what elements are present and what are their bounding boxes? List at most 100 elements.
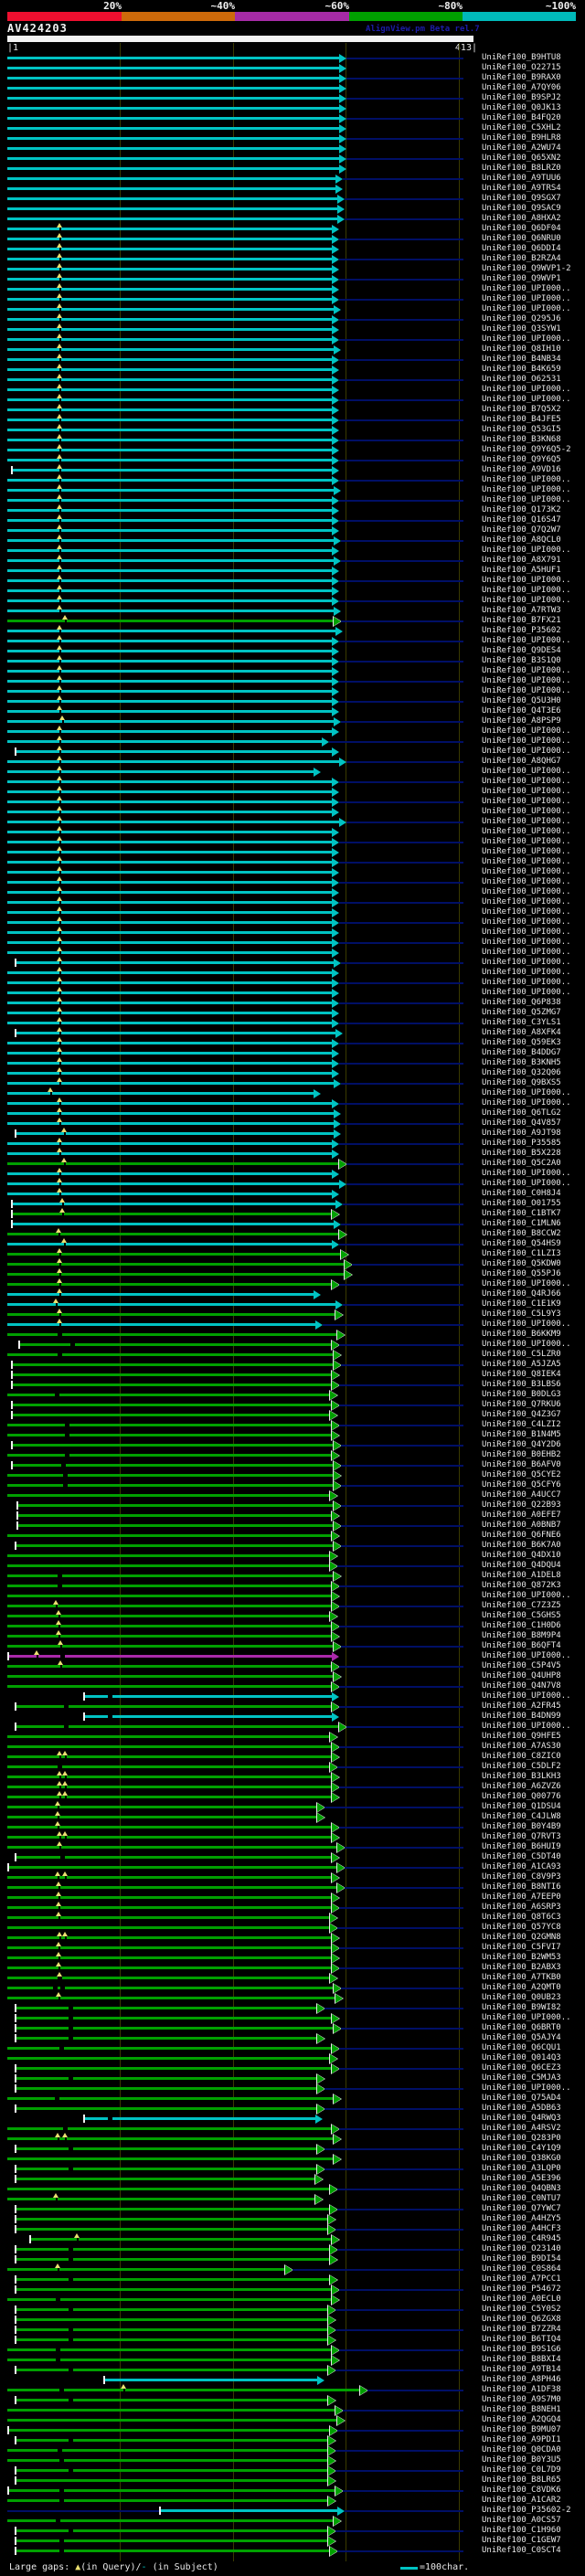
hit-label[interactable]: UniRef100_Q9WVP1	[482, 274, 561, 284]
hit-label[interactable]: UniRef100_Q5AJY4	[482, 2033, 561, 2043]
hit-label[interactable]: UniRef100_B4JFE5	[482, 415, 561, 425]
hit-label[interactable]: UniRef100_B8LRZ0	[482, 164, 561, 174]
hit-label[interactable]: UniRef100_Q8IEK4	[482, 1370, 561, 1380]
hit-label[interactable]: UniRef100_Q283P0	[482, 2134, 561, 2144]
hit-label[interactable]: UniRef100_B9RAX0	[482, 73, 561, 83]
hit-label[interactable]: UniRef100_Q9Y6Q5-2	[482, 445, 571, 455]
hit-label[interactable]: UniRef100_C5GHS5	[482, 1611, 561, 1621]
hit-label[interactable]: UniRef100_A2FR45	[482, 1701, 561, 1712]
hit-label[interactable]: UniRef100_B9MU07	[482, 2425, 561, 2435]
hit-label[interactable]: UniRef100_A9TUU6	[482, 174, 561, 184]
hit-label[interactable]: UniRef100_Q295J6	[482, 314, 561, 324]
hit-label[interactable]: UniRef100_A7RTW3	[482, 606, 561, 616]
hit-label[interactable]: UniRef100_UPI000..	[482, 817, 571, 827]
hit-label[interactable]: UniRef100_B2RZA4	[482, 254, 561, 264]
hit-label[interactable]: UniRef100_A8PSP9	[482, 716, 561, 726]
hit-label[interactable]: UniRef100_B9SPJ2	[482, 93, 561, 103]
hit-label[interactable]: UniRef100_Q4DQU4	[482, 1561, 561, 1571]
hit-label[interactable]: UniRef100_Q3SYW1	[482, 324, 561, 334]
hit-label[interactable]: UniRef100_UPI000..	[482, 485, 571, 495]
hit-label[interactable]: UniRef100_C4Y1Q9	[482, 2144, 561, 2154]
hit-label[interactable]: UniRef100_Q1DSU4	[482, 1802, 561, 1812]
hit-label[interactable]: UniRef100_Q4T3E6	[482, 706, 561, 716]
hit-label[interactable]: UniRef100_UPI000..	[482, 666, 571, 676]
hit-label[interactable]: UniRef100_Q4Y2D6	[482, 1440, 561, 1450]
hit-label[interactable]: UniRef100_Q5CYE2	[482, 1470, 561, 1480]
hit-label[interactable]: UniRef100_C4LZI2	[482, 1420, 561, 1430]
hit-label[interactable]: UniRef100_Q32Q06	[482, 1068, 561, 1078]
hit-label[interactable]: UniRef100_Q38KG0	[482, 2154, 561, 2164]
hit-label[interactable]: UniRef100_Q9HFE5	[482, 1732, 561, 1742]
hit-label[interactable]: UniRef100_C5FVI7	[482, 1943, 561, 1953]
hit-label[interactable]: UniRef100_Q5CFY6	[482, 1480, 561, 1490]
hit-label[interactable]: UniRef100_P35585	[482, 1139, 561, 1149]
hit-label[interactable]: UniRef100_C3YLS1	[482, 1018, 561, 1028]
hit-label[interactable]: UniRef100_UPI000..	[482, 797, 571, 807]
hit-label[interactable]: UniRef100_B9HTU8	[482, 53, 561, 63]
hit-label[interactable]: UniRef100_UPI000..	[482, 395, 571, 405]
hit-label[interactable]: UniRef100_UPI000..	[482, 596, 571, 606]
hit-label[interactable]: UniRef100_C4R945	[482, 2234, 561, 2244]
hit-label[interactable]: UniRef100_UPI000..	[482, 726, 571, 737]
hit-label[interactable]: UniRef100_A2WU74	[482, 143, 561, 154]
hit-label[interactable]: UniRef100_A2QGQ4	[482, 2415, 561, 2425]
hit-label[interactable]: UniRef100_B3LKH3	[482, 1772, 561, 1782]
hit-label[interactable]: UniRef100_Q57YC8	[482, 1923, 561, 1933]
hit-label[interactable]: UniRef100_B6TIQ4	[482, 2335, 561, 2345]
hit-label[interactable]: UniRef100_UPI000..	[482, 857, 571, 867]
hit-label[interactable]: UniRef100_A8QHG7	[482, 757, 561, 767]
hit-label[interactable]: UniRef100_Q6FNE6	[482, 1531, 561, 1541]
hit-label[interactable]: UniRef100_A2QMT0	[482, 1983, 561, 1993]
hit-label[interactable]: UniRef100_UPI000..	[482, 887, 571, 897]
hit-label[interactable]: UniRef100_B6QFT4	[482, 1641, 561, 1651]
hit-label[interactable]: UniRef100_B8NEH1	[482, 2405, 561, 2415]
hit-label[interactable]: UniRef100_A7PCC1	[482, 2274, 561, 2284]
hit-label[interactable]: UniRef100_Q6DDI4	[482, 244, 561, 254]
hit-label[interactable]: UniRef100_A0BNB7	[482, 1521, 561, 1531]
hit-label[interactable]: UniRef100_Q9Y6Q5	[482, 455, 561, 465]
hit-label[interactable]: UniRef100_UPI000..	[482, 334, 571, 345]
hit-label[interactable]: UniRef100_Q6P838	[482, 998, 561, 1008]
hit-label[interactable]: UniRef100_A0ECL0	[482, 2295, 561, 2305]
hit-label[interactable]: UniRef100_A7EEP0	[482, 1892, 561, 1903]
hit-label[interactable]: UniRef100_C0NTU7	[482, 2194, 561, 2204]
hit-label[interactable]: UniRef100_Q2GMN8	[482, 1933, 561, 1943]
hit-label[interactable]: UniRef100_A3LQP0	[482, 2164, 561, 2174]
hit-label[interactable]: UniRef100_A5DB63	[482, 2104, 561, 2114]
hit-label[interactable]: UniRef100_Q6CEZ3	[482, 2063, 561, 2073]
hit-label[interactable]: UniRef100_UPI000..	[482, 294, 571, 304]
hit-label[interactable]: UniRef100_UPI000..	[482, 928, 571, 938]
hit-label[interactable]: UniRef100_Q7RVT3	[482, 1832, 561, 1842]
hit-label[interactable]: UniRef100_Q59EK3	[482, 1038, 561, 1048]
hit-label[interactable]: UniRef100_UPI000..	[482, 1651, 571, 1661]
hit-label[interactable]: UniRef100_P54672	[482, 2284, 561, 2295]
hit-label[interactable]: UniRef100_B0Y3U5	[482, 2455, 561, 2465]
hit-label[interactable]: UniRef100_Q5ZMG7	[482, 1008, 561, 1018]
hit-label[interactable]: UniRef100_UPI000..	[482, 747, 571, 757]
hit-label[interactable]: UniRef100_B2WM53	[482, 1953, 561, 1963]
hit-label[interactable]: UniRef100_B3KN68	[482, 435, 561, 445]
hit-label[interactable]: UniRef100_Q5KDW0	[482, 1259, 561, 1269]
hit-label[interactable]: UniRef100_Q4QBN3	[482, 2184, 561, 2194]
hit-label[interactable]: UniRef100_UPI000..	[482, 1169, 571, 1179]
hit-label[interactable]: UniRef100_A5HUF1	[482, 566, 561, 576]
hit-label[interactable]: UniRef100_A9S7M0	[482, 2395, 561, 2405]
hit-label[interactable]: UniRef100_UPI000..	[482, 586, 571, 596]
hit-label[interactable]: UniRef100_C5XHL2	[482, 123, 561, 133]
hit-label[interactable]: UniRef100_B1N4M5	[482, 1430, 561, 1440]
hit-label[interactable]: UniRef100_UPI000..	[482, 807, 571, 817]
hit-label[interactable]: UniRef100_A5E396	[482, 2174, 561, 2184]
hit-label[interactable]: UniRef100_A7TKB0	[482, 1973, 561, 1983]
hit-label[interactable]: UniRef100_A4HZY5	[482, 2214, 561, 2224]
hit-label[interactable]: UniRef100_UPI000..	[482, 1179, 571, 1189]
hit-label[interactable]: UniRef100_C4JLW8	[482, 1812, 561, 1822]
hit-label[interactable]: UniRef100_Q55PJ6	[482, 1269, 561, 1279]
hit-label[interactable]: UniRef100_B8CCW2	[482, 1229, 561, 1239]
hit-label[interactable]: UniRef100_B9DI54	[482, 2254, 561, 2264]
hit-label[interactable]: UniRef100_C5Y0S2	[482, 2305, 561, 2315]
hit-label[interactable]: UniRef100_A5JZA5	[482, 1360, 561, 1370]
hit-label[interactable]: UniRef100_A1DEL8	[482, 1571, 561, 1581]
hit-label[interactable]: UniRef100_Q9WVP1-2	[482, 264, 571, 274]
hit-label[interactable]: UniRef100_UPI000..	[482, 897, 571, 907]
hit-label[interactable]: UniRef100_B0EHB2	[482, 1450, 561, 1460]
